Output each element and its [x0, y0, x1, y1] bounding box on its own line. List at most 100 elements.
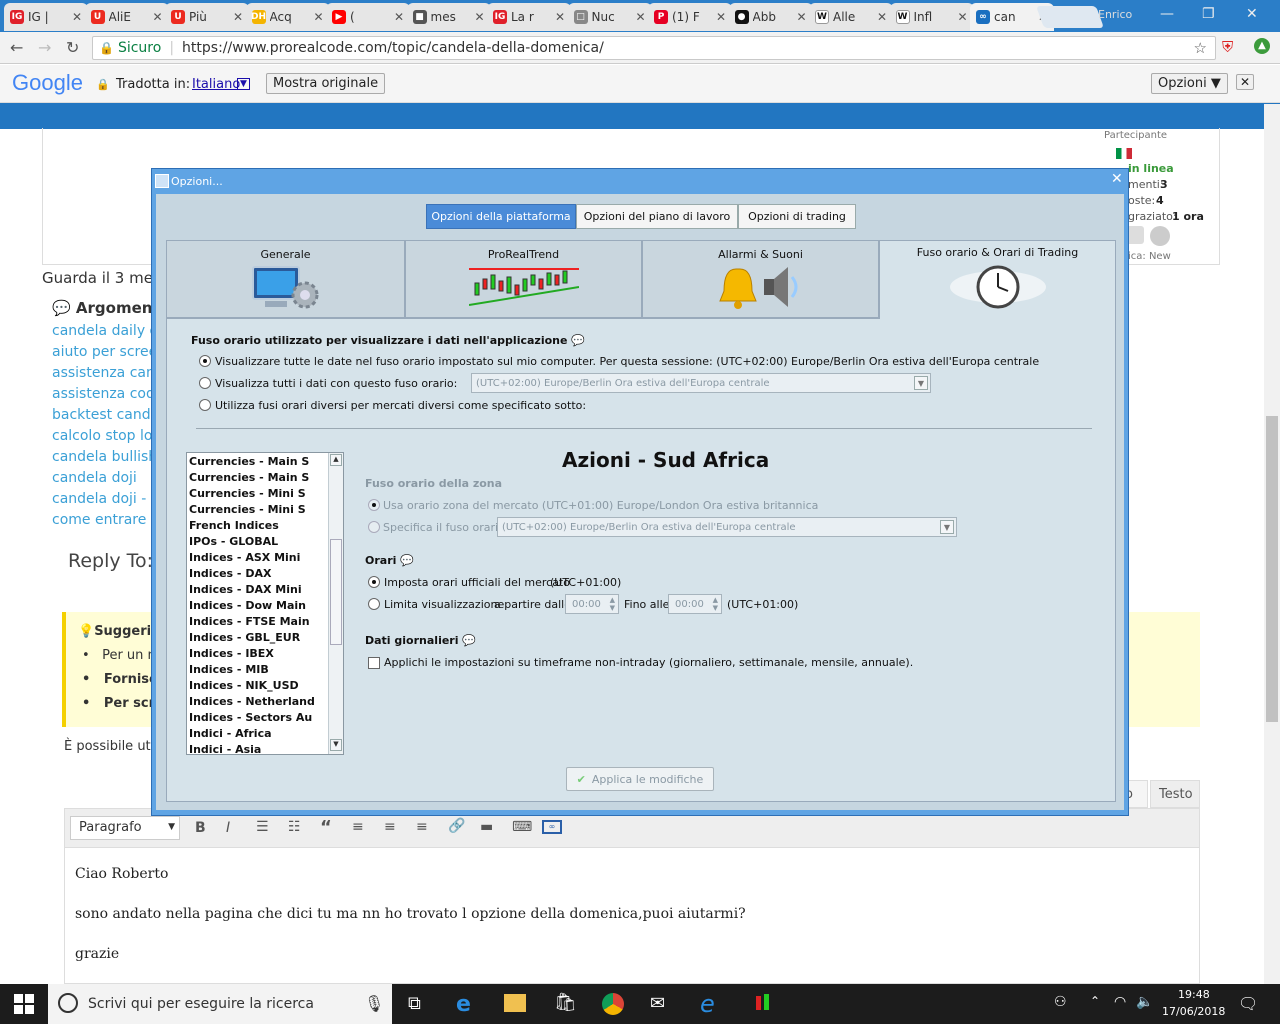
- radio-per-market-timezone[interactable]: [199, 399, 211, 411]
- radio-limit-hours[interactable]: [368, 598, 380, 610]
- market-list-item[interactable]: Indices - Sectors Au: [189, 711, 327, 724]
- bold-icon[interactable]: B: [195, 820, 206, 836]
- market-list-item[interactable]: Indices - Dow Main: [189, 599, 327, 612]
- browser-tab[interactable]: ■ mes ✕: [406, 3, 491, 31]
- italic-icon[interactable]: I: [226, 820, 230, 836]
- numbered-list-icon[interactable]: ☷: [288, 819, 301, 835]
- file-explorer-icon[interactable]: [504, 994, 526, 1012]
- tab-close-icon[interactable]: ✕: [474, 10, 484, 24]
- tab-close-icon[interactable]: ✕: [635, 10, 645, 24]
- browser-tab[interactable]: W Infl ✕: [889, 3, 974, 31]
- browser-tab[interactable]: U Più ✕: [165, 3, 249, 31]
- info-icon[interactable]: 💬: [571, 334, 585, 347]
- tab-close-icon[interactable]: ✕: [877, 10, 887, 24]
- chat-icon[interactable]: [1150, 226, 1170, 246]
- related-topic-link[interactable]: candela bullish: [52, 449, 157, 465]
- tab-close-icon[interactable]: ✕: [716, 10, 726, 24]
- tab-general[interactable]: Generale: [166, 240, 405, 318]
- mail-icon[interactable]: ✉: [650, 993, 665, 1014]
- translate-close-button[interactable]: ✕: [1236, 74, 1255, 90]
- reload-icon[interactable]: ↻: [66, 38, 79, 57]
- tab-close-icon[interactable]: ✕: [233, 10, 243, 24]
- keyboard-icon[interactable]: ⌨: [512, 819, 532, 835]
- tab-close-icon[interactable]: ✕: [313, 10, 323, 24]
- show-original-button[interactable]: Mostra originale: [266, 73, 386, 94]
- clock-time[interactable]: 19:48: [1178, 988, 1210, 1001]
- profile-name[interactable]: Enrico: [1098, 8, 1132, 21]
- related-topic-link[interactable]: backtest candel: [52, 407, 163, 423]
- align-left-icon[interactable]: ≡: [352, 819, 364, 835]
- from-time-spinner[interactable]: 00:00 ▲ ▼: [565, 594, 619, 614]
- new-tab-button[interactable]: [1035, 6, 1105, 28]
- radio-market-zone[interactable]: [368, 499, 380, 511]
- link-icon[interactable]: 🔗: [448, 818, 465, 834]
- microphone-icon[interactable]: 🎙: [364, 994, 384, 1013]
- translate-options-button[interactable]: Opzioni ▼: [1151, 73, 1228, 94]
- apply-button[interactable]: ✔ Applica le modifiche: [566, 767, 714, 791]
- browser-tab[interactable]: ● Abb ✕: [728, 3, 813, 31]
- scroll-down-icon[interactable]: ▼: [330, 739, 342, 751]
- forward-icon[interactable]: →: [38, 38, 51, 57]
- quote-icon[interactable]: “: [320, 817, 332, 838]
- tab-platform-options[interactable]: Opzioni della piattaforma: [426, 204, 576, 229]
- market-list-item[interactable]: Indici - Africa: [189, 727, 327, 740]
- related-topic-link[interactable]: candela daily de: [52, 323, 167, 339]
- internet-explorer-icon[interactable]: e: [700, 990, 715, 1018]
- store-icon[interactable]: 🛍: [554, 992, 577, 1013]
- related-topic-link[interactable]: assistenza cand: [52, 365, 164, 381]
- tab-close-icon[interactable]: ✕: [72, 10, 82, 24]
- market-list-item[interactable]: Indices - NIK_USD: [189, 679, 327, 692]
- market-list-item[interactable]: Indices - MIB: [189, 663, 327, 676]
- radio-official-hours[interactable]: [368, 576, 380, 588]
- tab-close-icon[interactable]: ✕: [152, 10, 162, 24]
- market-list-item[interactable]: Indices - Netherland: [189, 695, 327, 708]
- zone-timezone-select[interactable]: (UTC+02:00) Europe/Berlin Ora estiva del…: [497, 517, 957, 537]
- tab-workspace-options[interactable]: Opzioni del piano di lavoro: [576, 204, 738, 229]
- address-bar[interactable]: 🔒 Sicuro | https://www.prorealcode.com/t…: [92, 36, 1216, 60]
- related-topic-link[interactable]: calcolo stop loss: [52, 428, 167, 444]
- more-icon[interactable]: ▬: [480, 819, 493, 835]
- radio-system-timezone[interactable]: [199, 355, 211, 367]
- language-dropdown-icon[interactable]: ▼: [237, 78, 250, 90]
- related-topic-link[interactable]: candela doji: [52, 470, 137, 486]
- clock-date[interactable]: 17/06/2018: [1162, 1005, 1225, 1018]
- timezone-select[interactable]: (UTC+02:00) Europe/Berlin Ora estiva del…: [471, 373, 931, 393]
- info-icon[interactable]: 💬: [400, 554, 414, 567]
- scroll-up-icon[interactable]: ▲: [330, 454, 342, 466]
- browser-tab[interactable]: U AliE ✕: [84, 3, 169, 31]
- radio-custom-timezone[interactable]: [199, 377, 211, 389]
- market-list-item[interactable]: Indices - DAX: [189, 567, 327, 580]
- editor-content[interactable]: Ciao Roberto sono andato nella pagina ch…: [64, 848, 1200, 984]
- close-window-icon[interactable]: ✕: [1246, 6, 1258, 22]
- paragraph-select[interactable]: Paragrafo ▼: [70, 816, 180, 840]
- text-tab[interactable]: Testo: [1150, 780, 1200, 808]
- bullet-list-icon[interactable]: ☰: [256, 819, 269, 835]
- tab-close-icon[interactable]: ✕: [394, 10, 404, 24]
- market-list-item[interactable]: Currencies - Main S: [189, 455, 327, 468]
- code-icon[interactable]: ∞: [542, 820, 562, 834]
- browser-tab[interactable]: W Alle ✕: [809, 3, 893, 31]
- chrome-icon[interactable]: [602, 993, 624, 1015]
- radio-specify-zone[interactable]: [368, 521, 380, 533]
- spinner-arrows-icon[interactable]: ▲ ▼: [610, 596, 615, 612]
- align-center-icon[interactable]: ≡: [384, 819, 396, 835]
- minimize-icon[interactable]: —: [1160, 6, 1174, 22]
- related-topic-link[interactable]: aiuto per screen: [52, 344, 166, 360]
- back-icon[interactable]: ←: [10, 38, 23, 57]
- restore-icon[interactable]: ❐: [1202, 6, 1215, 22]
- market-list-item[interactable]: IPOs - GLOBAL: [189, 535, 327, 548]
- dialog-close-icon[interactable]: ✕: [1111, 171, 1123, 187]
- language-select[interactable]: Italiano: [192, 77, 240, 92]
- browser-tab[interactable]: IG La r ✕: [487, 3, 571, 31]
- tab-timezone-trading-hours[interactable]: Fuso orario & Orari di Trading: [879, 240, 1116, 319]
- related-topic-link[interactable]: come entrare a: [52, 512, 159, 528]
- tab-close-icon[interactable]: ✕: [555, 10, 565, 24]
- market-list-scrollbar[interactable]: ▲ ▼: [328, 453, 343, 754]
- tab-alarms-sounds[interactable]: Allarmi & Suoni: [642, 240, 879, 318]
- notifications-icon[interactable]: 🗨: [1238, 994, 1258, 1013]
- edge-icon[interactable]: e: [456, 992, 471, 1017]
- windows-start-icon[interactable]: [14, 994, 34, 1014]
- spinner-arrows-icon[interactable]: ▲ ▼: [713, 596, 718, 612]
- extension-shield-icon[interactable]: ⛨: [1222, 38, 1233, 56]
- daily-checkbox[interactable]: [368, 657, 380, 669]
